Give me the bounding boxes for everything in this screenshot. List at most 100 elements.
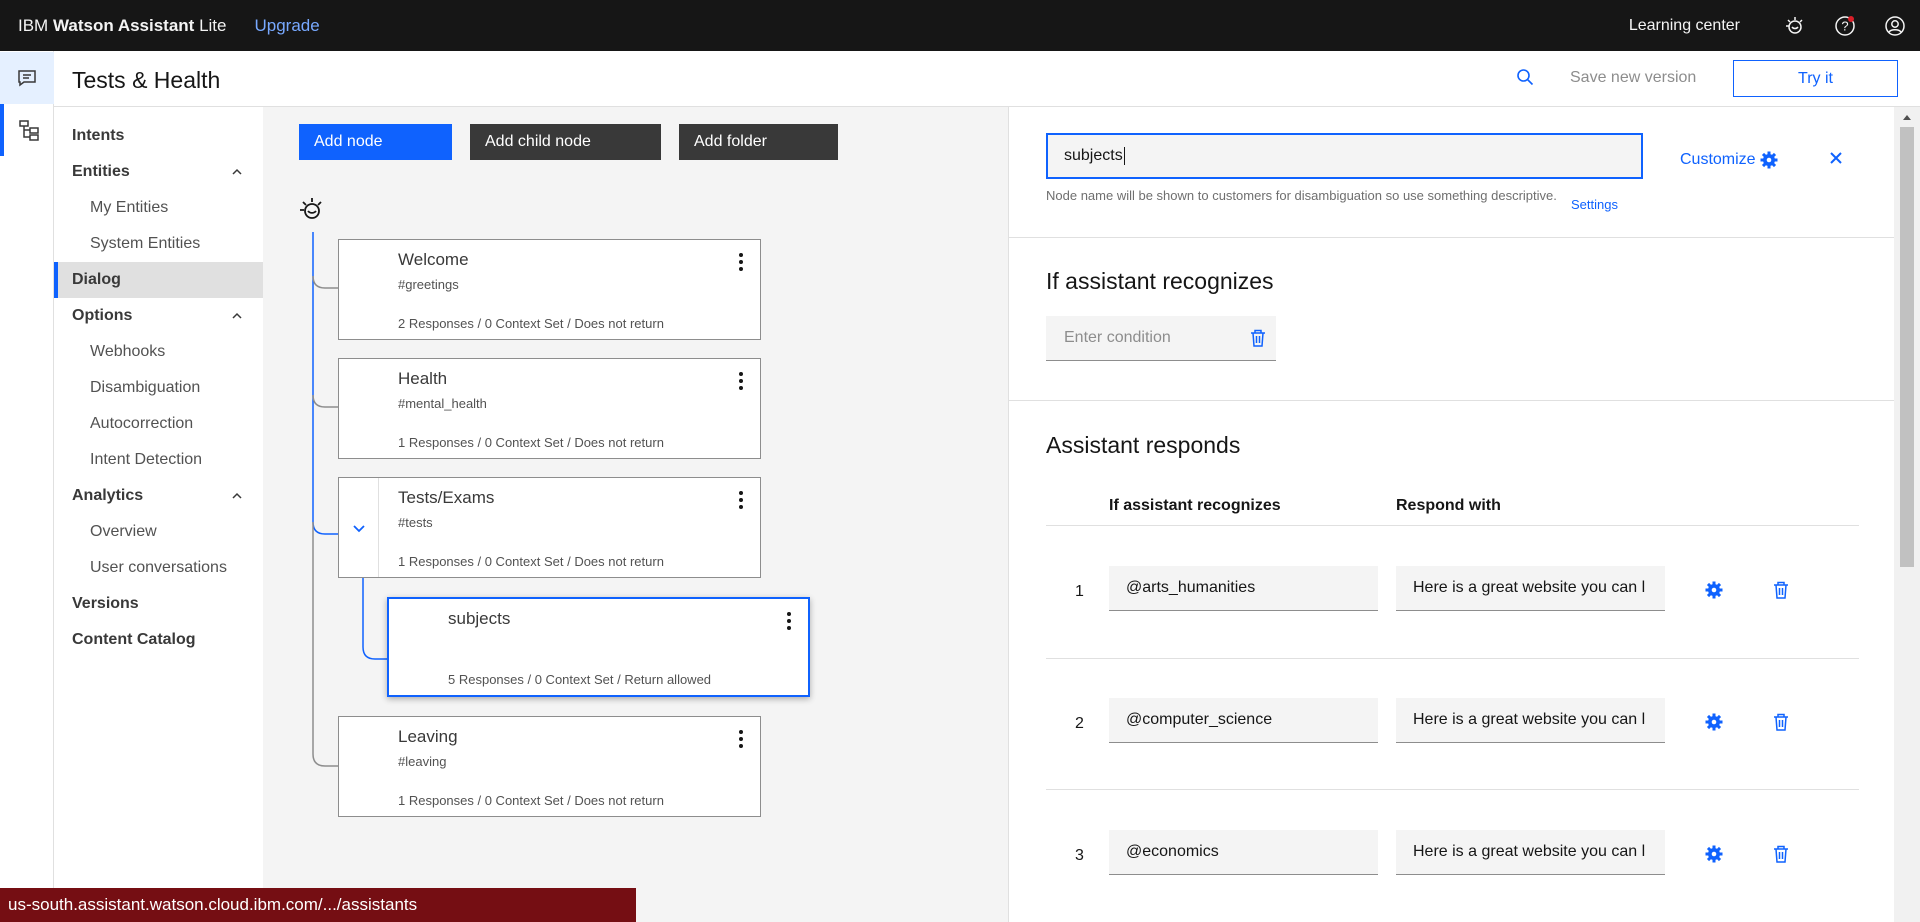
divider [1046,658,1859,659]
nav-intents[interactable]: Intents [54,118,263,154]
help-icon[interactable]: ? [1820,0,1870,51]
scroll-thumb[interactable] [1900,127,1914,567]
chat-icon[interactable] [0,52,54,104]
node-title: Health [398,369,448,388]
node-summary: 5 Responses / 0 Context Set / Return all… [448,672,712,687]
overflow-menu-icon[interactable] [738,490,744,510]
column-header-response: Respond with [1396,497,1501,514]
save-new-version-button[interactable]: Save new version [1570,69,1696,87]
node-summary: 1 Responses / 0 Context Set / Does not r… [398,554,664,569]
node-summary: 1 Responses / 0 Context Set / Does not r… [398,435,664,450]
watson-icon[interactable] [1770,0,1820,51]
condition-input[interactable]: Enter condition [1046,316,1276,361]
chevron-up-icon [232,492,242,499]
trash-icon[interactable] [1773,581,1789,599]
response-text-input[interactable]: Here is a great website you can l [1396,698,1665,743]
response-condition-input[interactable]: @computer_science [1109,698,1378,743]
node-title: Leaving [398,727,458,746]
gear-icon[interactable] [1705,713,1723,731]
nav-webhooks[interactable]: Webhooks [54,334,263,370]
nav-dialog[interactable]: Dialog [54,262,263,298]
chevron-up-icon [232,168,242,175]
dialog-node[interactable]: Welcome #greetings 2 Responses / 0 Conte… [338,239,761,340]
node-intent: #tests [398,515,433,530]
try-it-button[interactable]: Try it [1733,60,1898,97]
skill-nav: Intents Entities My Entities System Enti… [54,107,263,922]
dialog-node[interactable]: Leaving #leaving 1 Responses / 0 Context… [338,716,761,817]
nav-analytics[interactable]: Analytics [54,478,263,514]
chevron-up-icon [232,312,242,319]
trash-icon[interactable] [1773,713,1789,731]
dialog-canvas: Add node Add child node Add folder Welco… [263,107,1008,922]
node-intent: #leaving [398,754,447,769]
row-number: 2 [1075,715,1084,732]
dialog-node[interactable]: Tests/Exams #tests 1 Responses / 0 Conte… [338,477,761,578]
overflow-menu-icon[interactable] [786,611,792,631]
overflow-menu-icon[interactable] [738,729,744,749]
panel-scrollbar[interactable] [1894,107,1920,922]
nav-autocorrection[interactable]: Autocorrection [54,406,263,442]
nav-content-catalog[interactable]: Content Catalog [54,622,263,658]
skills-icon[interactable] [0,104,54,156]
learning-center-link[interactable]: Learning center [1629,17,1740,35]
nav-entities[interactable]: Entities [54,154,263,190]
node-editor-panel: subjects Customize Node name will be sho… [1008,107,1895,922]
response-condition-input[interactable]: @economics [1109,830,1378,875]
overflow-menu-icon[interactable] [738,371,744,391]
nav-system-entities[interactable]: System Entities [54,226,263,262]
trash-icon[interactable] [1773,845,1789,863]
node-intent: #mental_health [398,396,487,411]
gear-icon[interactable] [1705,845,1723,863]
left-rail [0,51,54,922]
node-summary: 1 Responses / 0 Context Set / Does not r… [398,793,664,808]
page-title: Tests & Health [72,67,221,93]
brand-product: Watson Assistant [52,15,195,35]
node-intent: #greetings [398,277,459,292]
page-header: Tests & Health Save new version Try it [54,51,1920,107]
nav-versions[interactable]: Versions [54,586,263,622]
search-icon[interactable] [1516,68,1534,91]
dialog-node-selected[interactable]: subjects 5 Responses / 0 Context Set / R… [387,597,810,697]
scroll-up-arrow-icon[interactable] [1902,113,1912,121]
dialog-node[interactable]: Health #mental_health 1 Responses / 0 Co… [338,358,761,459]
brand-logo[interactable]: IBM Watson Assistant Lite [18,16,227,36]
close-icon[interactable] [1829,151,1843,165]
brand-plan: Lite [199,15,227,35]
top-bar: IBM Watson Assistant Lite Upgrade Learni… [0,0,1920,51]
trash-icon[interactable] [1250,329,1266,347]
nav-user-conversations[interactable]: User conversations [54,550,263,586]
response-text-input[interactable]: Here is a great website you can l [1396,566,1665,611]
collapse-toggle[interactable] [339,478,379,577]
node-summary: 2 Responses / 0 Context Set / Does not r… [398,316,664,331]
assistant-responds-heading: Assistant responds [1046,432,1241,458]
nav-my-entities[interactable]: My Entities [54,190,263,226]
row-number: 1 [1075,583,1084,600]
upgrade-link[interactable]: Upgrade [255,16,320,36]
gear-icon [1760,151,1778,169]
divider [1009,237,1895,238]
divider [1009,400,1895,401]
nav-options[interactable]: Options [54,298,263,334]
node-name-input[interactable]: subjects [1046,133,1643,179]
settings-link[interactable]: Settings [1571,197,1618,212]
customize-button[interactable]: Customize [1680,151,1778,169]
column-header-condition: If assistant recognizes [1109,497,1281,514]
gear-icon[interactable] [1705,581,1723,599]
row-number: 3 [1075,847,1084,864]
divider [1046,789,1859,790]
chevron-down-icon [352,524,365,532]
nav-overview[interactable]: Overview [54,514,263,550]
svg-text:?: ? [1841,18,1848,33]
overflow-menu-icon[interactable] [738,252,744,272]
nav-disambiguation[interactable]: Disambiguation [54,370,263,406]
user-icon[interactable] [1870,0,1920,51]
if-recognizes-heading: If assistant recognizes [1046,268,1274,294]
response-text-input[interactable]: Here is a great website you can l [1396,830,1665,875]
node-title: subjects [448,609,511,628]
nav-intent-detection[interactable]: Intent Detection [54,442,263,478]
nav-analytics-label: Analytics [72,487,144,504]
response-condition-input[interactable]: @arts_humanities [1109,566,1378,611]
nav-entities-label: Entities [72,163,130,180]
topbar-right: Learning center ? [1629,0,1920,51]
node-name-help-text: Node name will be shown to customers for… [1046,188,1557,203]
